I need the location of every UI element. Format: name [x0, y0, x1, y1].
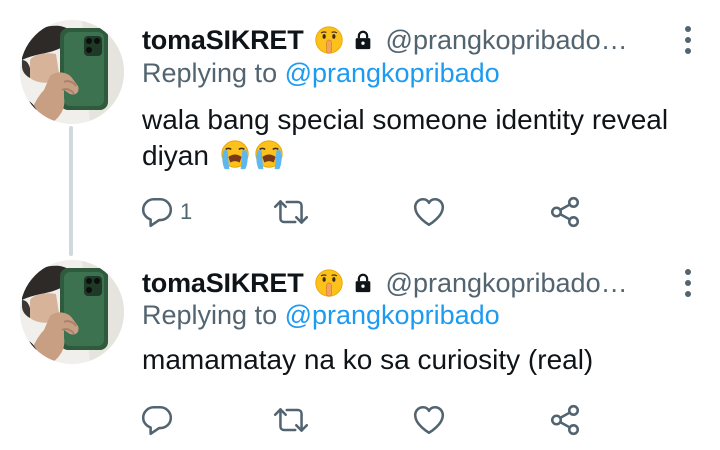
- user-handle[interactable]: @prangkopribado…: [386, 25, 670, 56]
- heart-icon: [412, 195, 446, 229]
- reply-button[interactable]: 1: [140, 192, 192, 232]
- tweet[interactable]: tomaSIKRET @prangkopribado… Replying to …: [0, 250, 720, 450]
- tweet-text: wala bang special someone identity revea…: [142, 102, 680, 180]
- avatar[interactable]: [20, 20, 124, 124]
- share-button[interactable]: [548, 192, 582, 232]
- thread-connector-line: [69, 126, 73, 256]
- reply-count: 1: [180, 199, 193, 224]
- lock-icon: [352, 29, 374, 51]
- shushing-face-emoji: [314, 268, 344, 298]
- like-button[interactable]: [412, 400, 446, 440]
- tweet-text-content: mamamatay na ko sa curiosity (real): [142, 344, 594, 375]
- reply-icon: [140, 403, 174, 437]
- replying-to-mention[interactable]: @prangkopribado: [285, 300, 500, 330]
- reply-button[interactable]: [140, 400, 174, 440]
- reply-icon: [140, 195, 174, 229]
- shushing-face-emoji: [314, 25, 344, 55]
- more-options-icon[interactable]: [676, 265, 700, 301]
- retweet-button[interactable]: [272, 192, 310, 232]
- tweet-header: tomaSIKRET @prangkopribado…: [142, 20, 700, 60]
- more-options-icon[interactable]: [676, 22, 700, 58]
- heart-icon: [412, 403, 446, 437]
- avatar[interactable]: [20, 260, 124, 364]
- avatar-image: [20, 260, 124, 364]
- retweet-button[interactable]: [272, 400, 310, 440]
- share-icon: [548, 195, 582, 229]
- loudly-crying-face-emoji: [253, 139, 285, 180]
- user-handle[interactable]: @prangkopribado…: [386, 268, 670, 299]
- tweet-actions: 1: [140, 192, 600, 232]
- replying-to-label: Replying to: [142, 58, 285, 88]
- tweet-actions: [140, 400, 600, 440]
- tweet[interactable]: tomaSIKRET @prangkopribado… Replying to …: [0, 0, 720, 256]
- retweet-icon: [272, 195, 310, 229]
- share-icon: [548, 403, 582, 437]
- tweet-thread: tomaSIKRET @prangkopribado… Replying to …: [0, 0, 720, 450]
- replying-to-label: Replying to: [142, 300, 285, 330]
- replying-to: Replying to @prangkopribado: [142, 300, 500, 331]
- display-name[interactable]: tomaSIKRET: [142, 268, 304, 299]
- tweet-header: tomaSIKRET @prangkopribado…: [142, 263, 700, 303]
- lock-icon: [352, 272, 374, 294]
- tweet-text: mamamatay na ko sa curiosity (real): [142, 342, 680, 378]
- share-button[interactable]: [548, 400, 582, 440]
- display-name[interactable]: tomaSIKRET: [142, 25, 304, 56]
- avatar-image: [20, 20, 124, 124]
- replying-to-mention[interactable]: @prangkopribado: [285, 58, 500, 88]
- retweet-icon: [272, 403, 310, 437]
- replying-to: Replying to @prangkopribado: [142, 58, 500, 89]
- loudly-crying-face-emoji: [219, 139, 251, 180]
- like-button[interactable]: [412, 192, 446, 232]
